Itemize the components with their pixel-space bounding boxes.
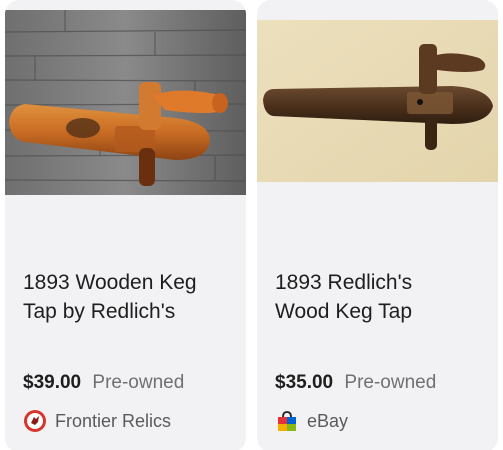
- product-title-line: Tap by Redlich's: [23, 300, 176, 323]
- frontier-relics-logo-icon: [23, 409, 47, 433]
- product-price: $35.00: [275, 372, 334, 393]
- product-condition: Pre-owned: [92, 372, 185, 393]
- seller-row[interactable]: Frontier Relics: [23, 408, 171, 434]
- product-image[interactable]: [257, 20, 498, 182]
- seller-name: Frontier Relics: [55, 410, 172, 431]
- keg-tap-photo: [5, 10, 246, 195]
- keg-tap-photo: [257, 20, 498, 182]
- product-card[interactable]: 1893 Redlich's Wood Keg Tap $35.00 Pre-o…: [257, 0, 498, 450]
- product-image[interactable]: [5, 10, 246, 195]
- product-card[interactable]: 1893 Wooden Keg Tap by Redlich's $39.00 …: [5, 0, 246, 450]
- product-grid: 1893 Wooden Keg Tap by Redlich's $39.00 …: [0, 0, 503, 450]
- product-condition: Pre-owned: [344, 372, 437, 393]
- product-title[interactable]: 1893 Wooden Keg Tap by Redlich's: [23, 268, 233, 326]
- ebay-shopping-bag-icon: [275, 409, 299, 433]
- price-row: $39.00 Pre-owned: [23, 372, 184, 394]
- product-price: $39.00: [23, 372, 82, 393]
- product-title-line: 1893 Wooden Keg: [23, 271, 197, 294]
- product-title-line: 1893 Redlich's: [275, 271, 413, 294]
- seller-row[interactable]: eBay: [275, 408, 348, 434]
- seller-name: eBay: [307, 410, 349, 431]
- price-row: $35.00 Pre-owned: [275, 372, 436, 394]
- product-title[interactable]: 1893 Redlich's Wood Keg Tap: [275, 268, 485, 326]
- product-title-line: Wood Keg Tap: [275, 300, 412, 323]
